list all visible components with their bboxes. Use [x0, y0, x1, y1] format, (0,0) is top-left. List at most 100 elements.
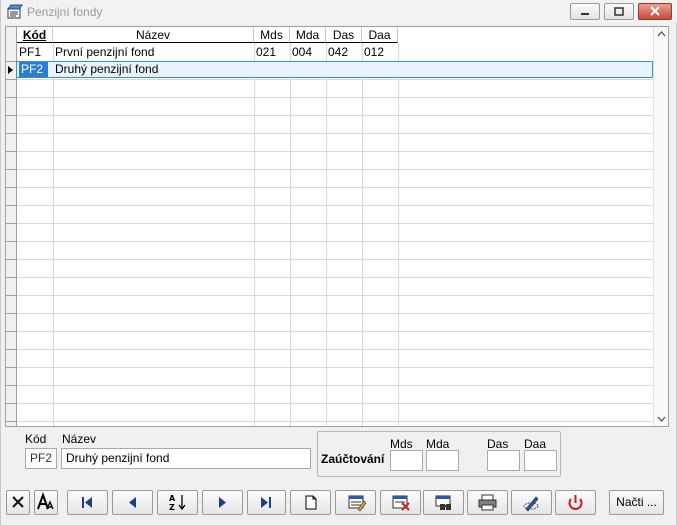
row-selector-line: [6, 223, 16, 224]
column-header-daa[interactable]: Daa: [362, 27, 398, 43]
close-icon: [650, 6, 660, 16]
last-record-icon: [261, 497, 271, 508]
window-title: Penzijní fondy: [27, 5, 103, 19]
scroll-up-icon: [657, 31, 666, 37]
column-header-mda[interactable]: Mda: [290, 27, 326, 43]
row-selector-line: [6, 313, 16, 314]
grid-column-line: [362, 43, 363, 426]
edit-record-icon: [348, 495, 367, 512]
grid-column-line: [53, 43, 54, 426]
previous-record-button[interactable]: [112, 490, 153, 515]
next-record-button[interactable]: [202, 490, 243, 515]
cell-mds[interactable]: [254, 62, 290, 78]
new-record-button[interactable]: [290, 490, 331, 515]
minimize-button[interactable]: [570, 3, 600, 20]
close-button[interactable]: [638, 3, 672, 20]
cell-das[interactable]: [326, 62, 362, 78]
next-record-icon: [219, 497, 226, 508]
cancel-filter-button[interactable]: [6, 490, 30, 515]
row-selector-line: [6, 349, 16, 350]
row-selector-line: [6, 277, 16, 278]
grid-column-line: [290, 43, 291, 426]
cell-mda[interactable]: 004: [290, 44, 326, 60]
row-selector-line: [6, 295, 16, 296]
grid-row-line: [17, 241, 653, 242]
title-bar[interactable]: Penzijní fondy: [1, 0, 677, 23]
grid-column-line: [398, 43, 399, 426]
maximize-button[interactable]: [604, 3, 634, 20]
last-record-button[interactable]: [247, 490, 286, 515]
row-selector-line: [6, 79, 16, 80]
cell-daa[interactable]: 012: [362, 44, 398, 60]
row-selector-line: [6, 97, 16, 98]
row-selector-line: [6, 187, 16, 188]
sort-az-icon: A Z: [169, 494, 186, 512]
power-icon: [568, 495, 583, 510]
grid-row-line: [17, 385, 653, 386]
grid-row-line: [17, 277, 653, 278]
grid-row-line: [17, 79, 653, 80]
grid-column-line: [254, 43, 255, 426]
find-button[interactable]: [423, 490, 464, 515]
mds-field[interactable]: [390, 450, 423, 471]
row-selector-line: [6, 133, 16, 134]
column-header-nazev[interactable]: Název: [53, 27, 254, 43]
cell-nazev[interactable]: První penzijní fond: [53, 44, 254, 60]
tools-button[interactable]: [511, 490, 552, 515]
cell-kod[interactable]: PF1: [17, 44, 53, 60]
funds-grid[interactable]: Kód Název Mds Mda Das Daa PF1 První penz…: [5, 26, 669, 427]
grid-row-line: [17, 187, 653, 188]
grid-row-line: [17, 331, 653, 332]
cell-mda[interactable]: [290, 62, 326, 78]
daa-label: Daa: [524, 437, 547, 451]
nazev-label: Název: [62, 432, 97, 446]
grid-column-line: [326, 43, 327, 426]
grid-row-line: [17, 403, 653, 404]
current-row-pointer-icon: [8, 66, 13, 74]
grid-row-line: [17, 97, 653, 98]
grid-row-line: [17, 259, 653, 260]
grid-row-line: [17, 169, 653, 170]
font-button[interactable]: [34, 490, 58, 515]
row-selector-line: [6, 385, 16, 386]
cell-mds[interactable]: 021: [254, 44, 290, 60]
row-selector-line: [6, 205, 16, 206]
das-label: Das: [487, 437, 509, 451]
daa-field[interactable]: [524, 450, 557, 471]
column-header-mds[interactable]: Mds: [254, 27, 290, 43]
row-selector-line: [6, 241, 16, 242]
print-button[interactable]: [467, 490, 508, 515]
grid-row-line: [17, 133, 653, 134]
cell-kod[interactable]: PF2: [19, 62, 48, 77]
column-header-kod[interactable]: Kód: [17, 27, 53, 43]
mda-field[interactable]: [426, 450, 459, 471]
column-header-das[interactable]: Das: [326, 27, 362, 43]
delete-record-button[interactable]: [380, 490, 421, 515]
cell-das[interactable]: 042: [326, 44, 362, 60]
zauctovani-label: Zaúčtování: [321, 452, 385, 466]
row-selector-line: [6, 115, 16, 116]
grid-row-line: [17, 313, 653, 314]
cell-nazev[interactable]: Druhý penzijní fond: [53, 62, 254, 78]
svg-text:Z: Z: [169, 503, 175, 512]
das-field[interactable]: [487, 450, 520, 471]
grid-row-line: [17, 367, 653, 368]
edit-record-button[interactable]: [335, 490, 376, 515]
kod-field[interactable]: PF2: [25, 448, 57, 469]
cancel-filter-icon: [12, 496, 24, 508]
font-icon: [37, 492, 54, 510]
find-icon: [435, 495, 451, 510]
exit-button[interactable]: [555, 490, 596, 515]
sort-button[interactable]: A Z: [157, 490, 198, 515]
cell-daa[interactable]: [362, 62, 398, 78]
row-selector-line: [6, 151, 16, 152]
first-record-icon: [82, 497, 92, 508]
nazev-field[interactable]: Druhý penzijní fond: [61, 448, 311, 469]
vertical-scrollbar[interactable]: [653, 27, 668, 426]
mds-label: Mds: [390, 437, 413, 451]
nacti-button[interactable]: Načti ...: [609, 490, 664, 515]
first-record-button[interactable]: [67, 490, 108, 515]
row-selector-line: [6, 169, 16, 170]
mda-label: Mda: [426, 437, 450, 451]
grid-row-line: [17, 151, 653, 152]
